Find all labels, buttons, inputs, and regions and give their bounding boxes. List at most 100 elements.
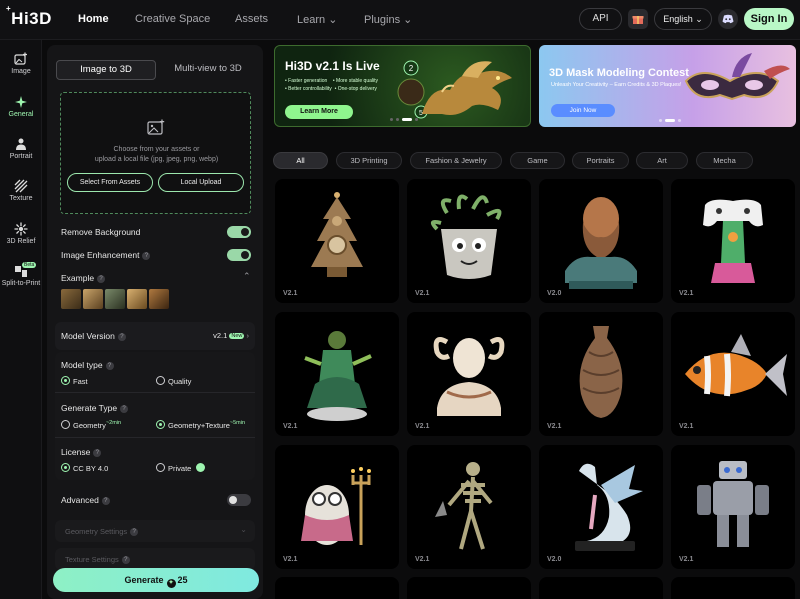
relief-icon (14, 222, 28, 236)
select-from-assets-button[interactable]: Select From Assets (67, 173, 153, 192)
nav-home[interactable]: Home (78, 13, 135, 26)
horned-bust-model (433, 337, 505, 416)
logo[interactable]: +Hi3D (6, 4, 52, 29)
rail-item-general[interactable]: General (0, 95, 42, 118)
geometry-settings-collapsible[interactable]: Geometry Settings? ⌄ (55, 520, 255, 542)
help-icon: ? (121, 556, 130, 564)
carousel-dot[interactable] (659, 119, 662, 122)
carousel-dot[interactable] (415, 118, 418, 121)
rail-item-split-to-print[interactable]: Beta Split-to-Print (0, 262, 42, 287)
filter-3d-printing[interactable]: 3D Printing (336, 152, 402, 169)
model-type-fast-radio[interactable]: Fast (61, 376, 88, 386)
advanced-toggle[interactable] (227, 494, 251, 506)
texture-icon (14, 179, 28, 193)
remove-background-toggle[interactable] (227, 226, 251, 238)
nav-plugins[interactable]: Plugins ⌄ (364, 13, 454, 26)
example-thumbnail[interactable] (127, 289, 147, 309)
version-badge: V2.1 (283, 290, 298, 297)
model-type-quality-radio[interactable]: Quality (156, 376, 191, 386)
nav-assets[interactable]: Assets (235, 13, 297, 26)
gallery-card[interactable]: V2.1 (671, 312, 795, 436)
tab-image-to-3d[interactable]: Image to 3D (56, 60, 156, 80)
generate-geometry-texture-radio[interactable]: Geometry+Texture~5min (156, 420, 245, 430)
learn-more-button[interactable]: Learn More (285, 105, 353, 119)
generate-button[interactable]: Generate ✦ 25 (53, 568, 259, 592)
carousel-dot[interactable] (396, 118, 399, 121)
gallery-card[interactable]: V2.1 (671, 179, 795, 303)
join-now-button[interactable]: Join Now (551, 104, 615, 117)
api-button[interactable]: API (579, 8, 622, 30)
license-private-radio[interactable]: Private (156, 463, 207, 473)
sign-in-button[interactable]: Sign In (744, 8, 794, 30)
help-icon[interactable]: ? (105, 362, 114, 370)
filter-game[interactable]: Game (510, 152, 565, 169)
example-thumbnail[interactable] (149, 289, 169, 309)
license-cc-radio[interactable]: CC BY 4.0 (61, 463, 108, 473)
discord-icon[interactable] (718, 9, 738, 29)
gallery-card[interactable]: V2.1 (539, 312, 663, 436)
gallery-card[interactable]: V2.0 (539, 179, 663, 303)
carousel-dot[interactable] (390, 118, 393, 121)
controller-figure-model (703, 199, 763, 283)
gift-icon[interactable] (628, 9, 648, 29)
model-version-label: Model Version? (61, 331, 126, 341)
clock-tree-model (311, 192, 363, 277)
chevron-up-icon[interactable]: ⌃ (243, 271, 251, 282)
filter-fashion-jewelry[interactable]: Fashion & Jewelry (410, 152, 502, 169)
gallery-card[interactable]: V2.1 (275, 179, 399, 303)
rail-item-3d-relief[interactable]: 3D Relief (0, 222, 42, 245)
gallery-card[interactable] (671, 577, 795, 599)
help-icon[interactable]: ? (117, 333, 126, 341)
sparkle-icon (15, 96, 27, 108)
help-icon[interactable]: ? (142, 252, 151, 260)
tab-multi-view-to-3d[interactable]: Multi-view to 3D (161, 60, 255, 80)
rail-item-image[interactable]: Image (0, 52, 42, 75)
help-icon[interactable]: ? (101, 497, 110, 505)
gallery-card[interactable]: V2.1 (407, 179, 531, 303)
carousel-dot-active[interactable] (402, 118, 412, 121)
carousel-dot-active[interactable] (665, 119, 675, 122)
gallery-card[interactable]: V2.0 (539, 445, 663, 569)
geometry-settings-label: Geometry Settings? (65, 527, 139, 536)
filter-portraits[interactable]: Portraits (572, 152, 629, 169)
rail-item-portrait[interactable]: Portrait (0, 137, 42, 160)
image-enhancement-toggle[interactable] (227, 249, 251, 261)
generate-geometry-radio[interactable]: Geometry~2min (61, 420, 121, 430)
nav-creative-space[interactable]: Creative Space (135, 13, 235, 26)
gallery-card[interactable]: V2.1 (275, 445, 399, 569)
banner-mask-contest[interactable]: 3D Mask Modeling Contest Unleash Your Cr… (539, 45, 796, 127)
rail-item-texture[interactable]: Texture (0, 179, 42, 202)
upload-dropzone[interactable]: Choose from your assets or upload a loca… (60, 92, 251, 214)
help-icon[interactable]: ? (120, 405, 129, 413)
gallery-card[interactable]: V2.1 (407, 312, 531, 436)
help-icon[interactable]: ? (97, 275, 106, 283)
gallery-card[interactable] (407, 577, 531, 599)
version-badge: V2.1 (415, 556, 430, 563)
example-thumbnail[interactable] (105, 289, 125, 309)
robot-model (697, 461, 769, 547)
carousel-dot[interactable] (678, 119, 681, 122)
example-thumbnail[interactable] (83, 289, 103, 309)
help-icon[interactable]: ? (93, 449, 102, 457)
texture-settings-collapsible[interactable]: Texture Settings? (55, 548, 255, 570)
gallery-card[interactable] (275, 577, 399, 599)
generate-type-label: Generate Type? (61, 403, 129, 413)
gallery-card[interactable] (539, 577, 663, 599)
banner-hi3d-release[interactable]: Hi3D v2.1 Is Live • Faster generation • … (274, 45, 531, 127)
gallery-card[interactable]: V2.1 (671, 445, 795, 569)
top-bar: +Hi3D Home Creative Space Assets Learn ⌄… (0, 0, 800, 40)
filter-all[interactable]: All (273, 152, 328, 169)
bearded-bust-model (565, 197, 637, 289)
owl-candles-model (301, 467, 371, 545)
model-version-card[interactable]: Model Version? v2.1 New › (55, 322, 255, 350)
language-select[interactable]: English ⌄ (654, 8, 712, 30)
filter-art[interactable]: Art (636, 152, 688, 169)
gallery-card[interactable]: V2.1 (275, 312, 399, 436)
version-badge: V2.0 (547, 290, 562, 297)
nav-learn[interactable]: Learn ⌄ (297, 13, 364, 26)
local-upload-button[interactable]: Local Upload (158, 173, 244, 192)
example-thumbnail[interactable] (61, 289, 81, 309)
gallery-card[interactable]: V2.1 (407, 445, 531, 569)
radio-icon (156, 463, 165, 472)
filter-mecha[interactable]: Mecha (696, 152, 753, 169)
